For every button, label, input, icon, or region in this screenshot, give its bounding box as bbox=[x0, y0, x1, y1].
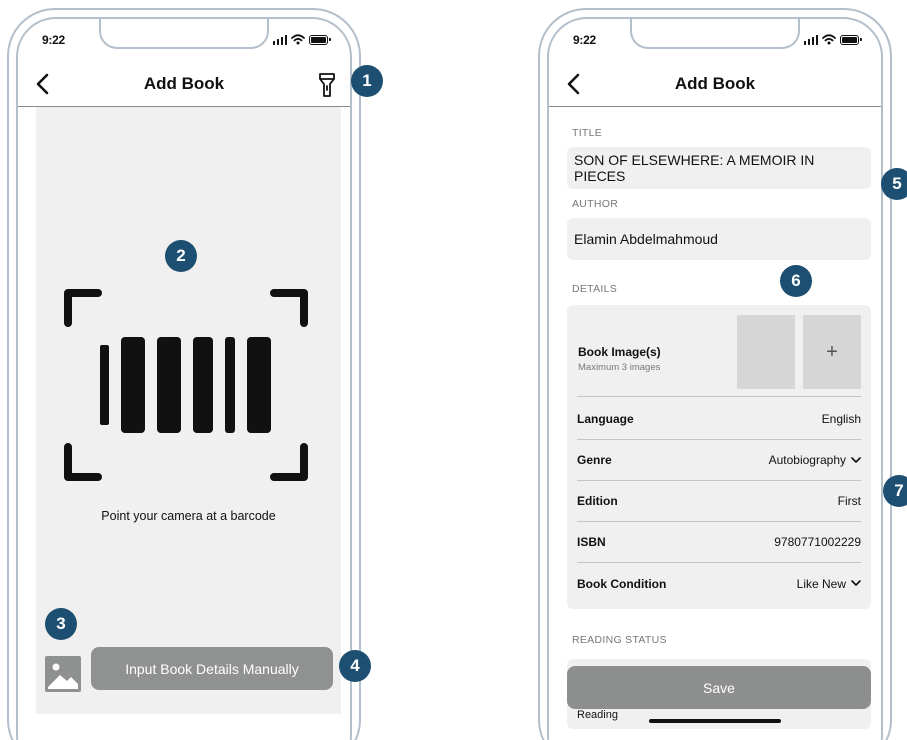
phone-notch bbox=[630, 19, 800, 49]
chevron-down-icon bbox=[851, 456, 861, 463]
flashlight-icon[interactable] bbox=[317, 72, 337, 98]
book-image-label: Book Image(s) bbox=[578, 345, 661, 359]
detail-row-condition[interactable]: Book Condition Like New bbox=[577, 563, 861, 604]
add-image-button[interactable]: + bbox=[803, 315, 861, 389]
wifi-icon bbox=[822, 34, 836, 45]
annotation-badge-5: 5 bbox=[881, 168, 907, 200]
signal-icon bbox=[272, 34, 287, 45]
edition-label: Edition bbox=[577, 494, 618, 508]
nav-bar: Add Book bbox=[18, 63, 350, 107]
book-image-slot[interactable] bbox=[737, 315, 795, 389]
condition-value: Like New bbox=[796, 576, 846, 591]
battery-icon bbox=[840, 34, 862, 45]
genre-label: Genre bbox=[577, 453, 612, 467]
add-book-form: TITLE SON OF ELSEWHERE: A MEMOIR IN PIEC… bbox=[549, 109, 881, 740]
title-input[interactable]: SON OF ELSEWHERE: A MEMOIR IN PIECES bbox=[567, 147, 871, 189]
annotation-badge-4: 4 bbox=[339, 650, 371, 682]
phone-screen-form: 9:22 Add Book TITLE SON OF ELSEWHERE: A … bbox=[547, 17, 883, 740]
nav-bar: Add Book bbox=[549, 63, 881, 107]
image-gallery-button[interactable] bbox=[45, 656, 81, 692]
detail-row-isbn[interactable]: ISBN 9780771002229 bbox=[577, 522, 861, 563]
annotation-badge-6: 6 bbox=[780, 265, 812, 297]
details-card: Book Image(s) Maximum 3 images + Languag… bbox=[567, 305, 871, 609]
isbn-value: 9780771002229 bbox=[774, 535, 861, 549]
signal-icon bbox=[803, 34, 818, 45]
scan-hint: Point your camera at a barcode bbox=[101, 509, 276, 523]
phone-notch bbox=[99, 19, 269, 49]
book-image-hint: Maximum 3 images bbox=[578, 362, 661, 373]
edition-value: First bbox=[837, 494, 861, 508]
camera-viewfinder[interactable]: Point your camera at a barcode Input Boo… bbox=[36, 107, 341, 714]
isbn-label: ISBN bbox=[577, 535, 606, 549]
battery-icon bbox=[309, 34, 331, 45]
home-indicator bbox=[649, 719, 781, 723]
annotation-badge-3: 3 bbox=[45, 608, 77, 640]
annotation-badge-2: 2 bbox=[165, 240, 197, 272]
chevron-down-icon bbox=[851, 580, 861, 586]
wifi-icon bbox=[291, 34, 305, 45]
status-icons bbox=[272, 34, 331, 45]
detail-row-genre[interactable]: Genre Autobiography bbox=[577, 440, 861, 481]
detail-row-language[interactable]: Language English bbox=[577, 399, 861, 440]
title-label: TITLE bbox=[572, 127, 603, 139]
annotation-badge-1: 1 bbox=[351, 65, 383, 97]
language-value: English bbox=[821, 412, 861, 426]
detail-row-edition[interactable]: Edition First bbox=[577, 481, 861, 522]
page-title: Add Book bbox=[674, 74, 756, 93]
language-label: Language bbox=[577, 412, 634, 426]
page-title: Add Book bbox=[143, 74, 225, 93]
author-input[interactable]: Elamin Abdelmahmoud bbox=[567, 218, 871, 260]
barcode-icon bbox=[64, 289, 308, 481]
condition-label: Book Condition bbox=[577, 576, 667, 591]
status-time: 9:22 bbox=[42, 33, 65, 47]
input-details-manually-button[interactable]: Input Book Details Manually bbox=[91, 647, 333, 690]
details-label: DETAILS bbox=[572, 283, 618, 295]
annotation-badge-7: 7 bbox=[883, 475, 907, 507]
image-gallery-icon bbox=[48, 663, 78, 689]
author-label: AUTHOR bbox=[572, 198, 619, 210]
status-icons bbox=[803, 34, 862, 45]
genre-value: Autobiography bbox=[768, 453, 846, 467]
status-time: 9:22 bbox=[573, 33, 596, 47]
book-image-row: Book Image(s) Maximum 3 images + bbox=[577, 305, 861, 397]
reading-status-value: Reading bbox=[577, 709, 618, 721]
reading-status-label: READING STATUS bbox=[572, 634, 667, 646]
phone-frame-form: 9:22 Add Book TITLE SON OF ELSEWHERE: A … bbox=[538, 8, 892, 740]
save-button[interactable]: Save bbox=[567, 666, 871, 709]
